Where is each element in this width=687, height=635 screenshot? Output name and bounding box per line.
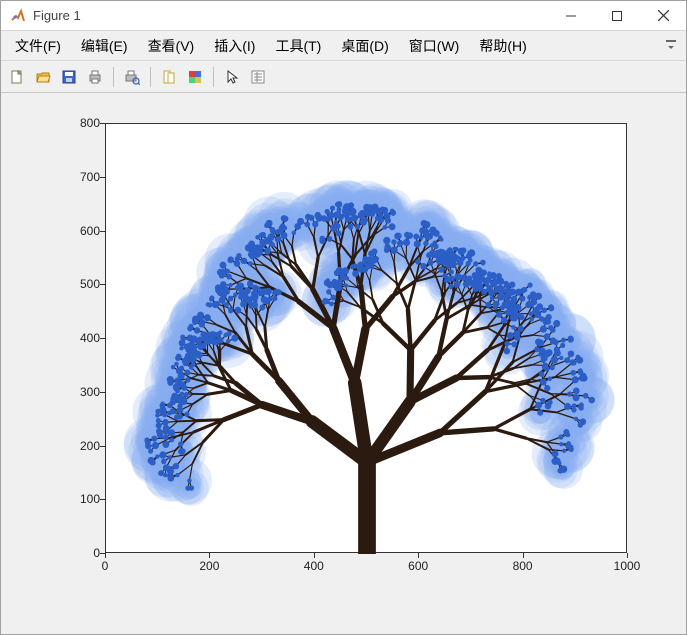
y-tick-label: 100 <box>50 492 100 506</box>
axes-panel: 0100200300400500600700800020040060080010… <box>41 123 646 583</box>
figure-window: Figure 1 文件(F) 编辑(E) 查看(V) 插入(I) 工具(T) 桌… <box>0 0 687 635</box>
x-tick-label: 800 <box>513 559 533 573</box>
y-tick-label: 200 <box>50 439 100 453</box>
figure-canvas[interactable]: 0 100 200 300 400 500 600 700 800 0 200 400 600 800 10… <box>1 93 686 634</box>
x-tick-label: 0 <box>102 559 109 573</box>
menu-desktop[interactable]: 桌面(D) <box>331 32 398 60</box>
y-tick-label: 800 <box>50 116 100 130</box>
y-tick-label: 600 <box>50 224 100 238</box>
menu-insert[interactable]: 插入(I) <box>204 32 265 60</box>
y-tick-label: 700 <box>50 170 100 184</box>
tree-plot <box>106 124 628 554</box>
menu-view[interactable]: 查看(V) <box>138 32 205 60</box>
toolbar-separator <box>150 67 151 87</box>
print-preview-icon[interactable] <box>120 65 144 89</box>
colormap-icon[interactable] <box>183 65 207 89</box>
axes[interactable] <box>105 123 627 553</box>
minimize-button[interactable] <box>548 1 594 31</box>
y-tick-label: 300 <box>50 385 100 399</box>
toolbar-separator <box>213 67 214 87</box>
menubar: 文件(F) 编辑(E) 查看(V) 插入(I) 工具(T) 桌面(D) 窗口(W… <box>1 31 686 61</box>
link-icon[interactable] <box>157 65 181 89</box>
x-tick-label: 600 <box>408 559 428 573</box>
close-button[interactable] <box>640 1 686 31</box>
inspector-icon[interactable] <box>246 65 270 89</box>
y-tick-label: 0 <box>50 546 100 560</box>
y-tick-label: 400 <box>50 331 100 345</box>
menu-tools[interactable]: 工具(T) <box>265 32 331 60</box>
matlab-icon <box>9 7 27 25</box>
x-tick-label: 400 <box>304 559 324 573</box>
new-file-icon[interactable] <box>5 65 29 89</box>
window-controls <box>548 1 686 31</box>
x-tick-label: 200 <box>199 559 219 573</box>
x-tick-label: 1000 <box>614 559 641 573</box>
window-title: Figure 1 <box>33 8 548 23</box>
menu-window[interactable]: 窗口(W) <box>399 32 470 60</box>
cursor-icon[interactable] <box>220 65 244 89</box>
menu-overflow-icon[interactable] <box>664 38 680 54</box>
save-icon[interactable] <box>57 65 81 89</box>
menu-help[interactable]: 帮助(H) <box>469 32 536 60</box>
print-icon[interactable] <box>83 65 107 89</box>
open-folder-icon[interactable] <box>31 65 55 89</box>
menu-edit[interactable]: 编辑(E) <box>71 32 138 60</box>
toolbar-separator <box>113 67 114 87</box>
y-tick-label: 500 <box>50 277 100 291</box>
titlebar: Figure 1 <box>1 1 686 31</box>
toolbar <box>1 61 686 93</box>
maximize-button[interactable] <box>594 1 640 31</box>
menu-file[interactable]: 文件(F) <box>5 32 71 60</box>
